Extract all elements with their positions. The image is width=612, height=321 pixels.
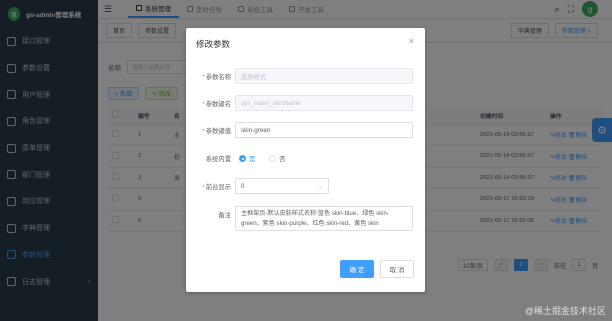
cancel-button[interactable]: 取 消 xyxy=(380,260,414,278)
remark-label: 备注 xyxy=(218,212,231,219)
param-name-label: *参数名称 xyxy=(202,73,231,81)
close-icon[interactable]: × xyxy=(409,36,414,46)
watermark: @稀土掘金技术社区 xyxy=(524,306,606,316)
chevron-down-icon: ⌄ xyxy=(317,183,323,190)
builtin-radio-group: 是 否 xyxy=(239,154,286,163)
param-key-input[interactable]: sys_index_skinName xyxy=(235,95,413,111)
frontend-label: *前台显示 xyxy=(202,183,231,191)
builtin-label: 系统内置 xyxy=(205,155,231,163)
form-row-param-value: *参数键值 skin-green xyxy=(186,122,425,138)
param-name-input[interactable]: 皮肤样式 xyxy=(235,68,413,84)
form-row-param-key: *参数键名 sys_index_skinName xyxy=(186,95,425,111)
form-row-builtin: 系统内置 是 否 xyxy=(186,150,425,166)
form-row-frontend: *前台显示 0 ⌄ xyxy=(186,178,425,194)
remark-textarea[interactable]: 主框架页-默认皮肤样式名称:蓝色 skin-blue、绿色 skin-green… xyxy=(235,206,413,231)
radio-dot xyxy=(239,154,246,162)
form-row-remark: 备注 主框架页-默认皮肤样式名称:蓝色 skin-blue、绿色 skin-gr… xyxy=(186,206,425,234)
dialog-title: 修改参数 xyxy=(196,39,231,49)
confirm-button[interactable]: 确 定 xyxy=(340,260,374,278)
param-value-input[interactable]: skin-green xyxy=(235,122,413,138)
edit-param-dialog: 修改参数 × *参数名称 皮肤样式 *参数键名 sys_index_skinNa… xyxy=(186,28,425,292)
frontend-select[interactable]: 0 ⌄ xyxy=(235,178,329,194)
radio-dot xyxy=(269,154,277,162)
form-row-param-name: *参数名称 皮肤样式 xyxy=(186,68,425,84)
param-value-label: *参数键值 xyxy=(202,127,231,135)
builtin-yes-radio[interactable]: 是 xyxy=(239,154,255,163)
dialog-footer: 确 定 取 消 xyxy=(340,260,414,278)
param-key-label: *参数键名 xyxy=(202,100,231,108)
builtin-no-radio[interactable]: 否 xyxy=(269,154,286,163)
